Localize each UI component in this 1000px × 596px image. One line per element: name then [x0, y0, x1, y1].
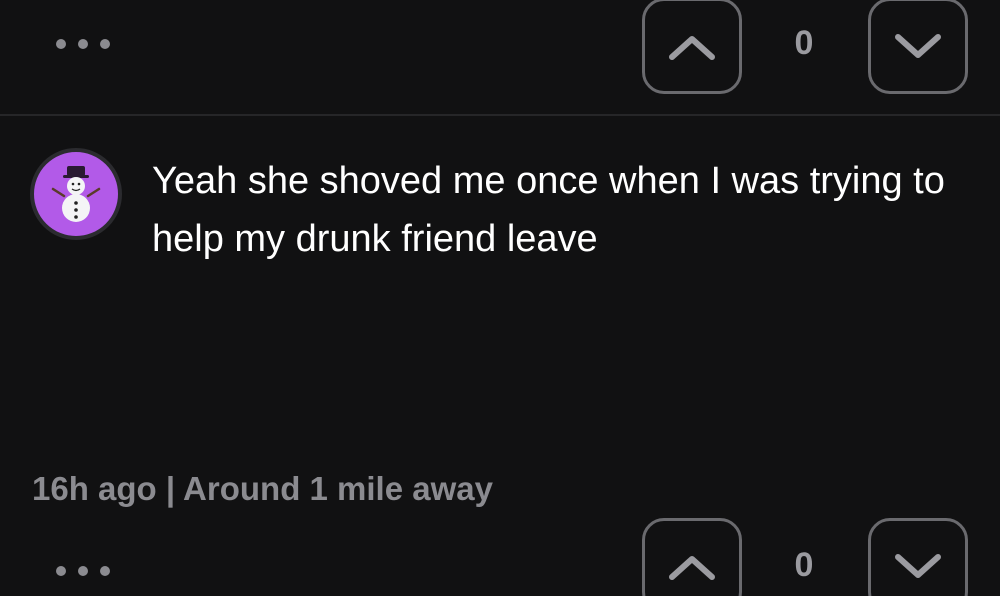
comment-text: Yeah she shoved me once when I was tryin… [152, 160, 945, 260]
vote-count: 0 [794, 546, 814, 584]
vote-count: 0 [794, 24, 814, 62]
downvote-button[interactable] [868, 518, 968, 596]
more-options-button[interactable] [56, 566, 110, 576]
avatar[interactable] [30, 148, 122, 240]
divider [0, 114, 1000, 116]
more-options-button[interactable] [56, 39, 110, 49]
chevron-down-icon [895, 34, 941, 58]
chevron-up-icon [669, 36, 715, 60]
ellipsis-icon [56, 39, 66, 49]
snowman-icon [51, 166, 101, 222]
ellipsis-icon [56, 566, 66, 576]
upvote-button[interactable] [642, 0, 742, 94]
chevron-down-icon [895, 554, 941, 578]
upvote-button[interactable] [642, 518, 742, 596]
comment-meta: 16h ago | Around 1 mile away [32, 470, 493, 507]
chevron-up-icon [669, 556, 715, 580]
downvote-button[interactable] [868, 0, 968, 94]
comment-thread: 0 Yeah she shoved me once when I was try… [0, 0, 1000, 596]
